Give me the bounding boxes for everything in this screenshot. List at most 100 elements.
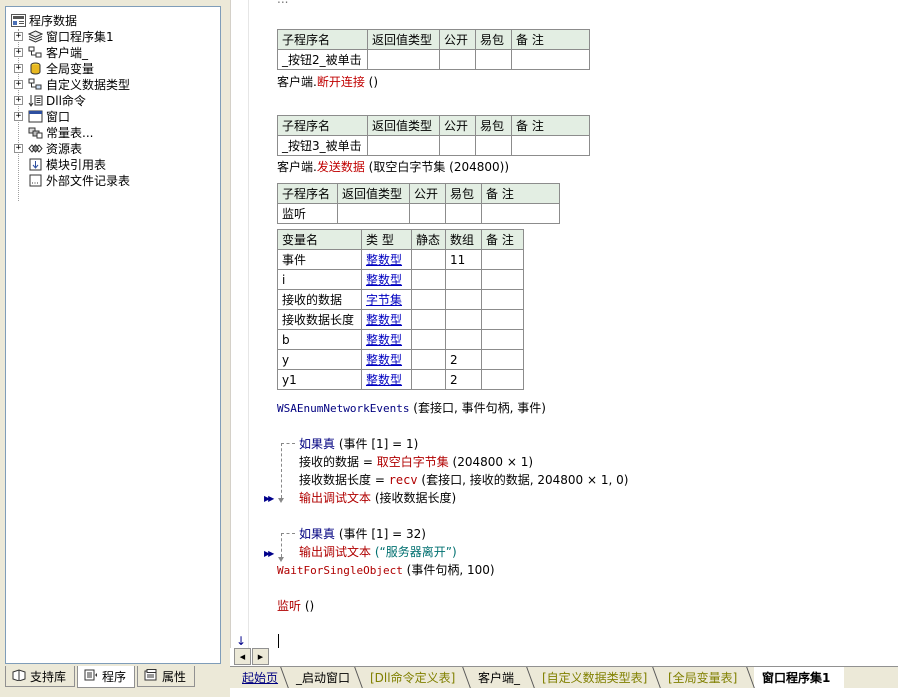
- project-tree[interactable]: 程序数据 + 窗口程序集1 + 客户端_ + 全局变量 + 自定义数据类型 + …: [5, 6, 221, 664]
- code-editor[interactable]: ... 子程序名 返回值类型 公开 易包 备 注 _按钮2_被单击 客户端.断开…: [230, 0, 898, 648]
- var-static-cell[interactable]: [411, 309, 446, 330]
- tree-item-custom-types[interactable]: + 自定义数据类型: [14, 76, 130, 92]
- variable-row[interactable]: 事件 整数型 11: [277, 249, 524, 270]
- var-array-cell[interactable]: [445, 269, 482, 290]
- variable-row[interactable]: 接收数据长度 整数型: [277, 309, 524, 330]
- code-line[interactable]: 接收数据长度 = recv (套接口, 接收的数据, 204800 × 1, 0…: [299, 473, 628, 487]
- code-line[interactable]: 如果真 (事件 [1] = 32): [299, 527, 426, 541]
- var-type-cell[interactable]: 整数型: [361, 329, 412, 350]
- tree-item-resources[interactable]: + 资源表: [14, 140, 82, 156]
- proc-easy-cell[interactable]: [475, 49, 512, 70]
- expand-plus-icon[interactable]: +: [14, 143, 23, 153]
- variable-table[interactable]: 变量名 类 型 静态 数组 备 注 事件 整数型 11 i 整数型 接收的数据 字节集 …: [277, 229, 524, 390]
- tab-program-set[interactable]: 窗口程序集1: [754, 667, 844, 688]
- var-array-cell[interactable]: 11: [445, 249, 482, 270]
- breakpoint-marker-icon[interactable]: ▶▶: [264, 549, 274, 558]
- var-static-cell[interactable]: [411, 249, 446, 270]
- var-name-cell[interactable]: i: [277, 269, 362, 290]
- tree-item-program-set[interactable]: + 窗口程序集1: [14, 28, 114, 44]
- tab-support-library[interactable]: 支持库: [5, 666, 75, 687]
- expand-plus-icon[interactable]: +: [14, 111, 23, 121]
- var-name-cell[interactable]: y: [277, 349, 362, 370]
- tree-item-constants[interactable]: 常量表...: [27, 124, 93, 140]
- var-static-cell[interactable]: [411, 349, 446, 370]
- proc-note-cell[interactable]: [481, 203, 560, 224]
- tab-client[interactable]: 客户端_: [470, 667, 532, 688]
- expand-plus-icon[interactable]: +: [14, 63, 23, 73]
- tab-program[interactable]: 程序: [77, 666, 135, 688]
- proc-easy-cell[interactable]: [445, 203, 482, 224]
- tree-item-dll-commands[interactable]: + Dll命令: [14, 92, 86, 108]
- code-line[interactable]: 监听 (): [277, 599, 314, 613]
- tree-item-client[interactable]: + 客户端_: [14, 44, 88, 60]
- code-line[interactable]: 如果真 (事件 [1] = 1): [299, 437, 418, 451]
- var-note-cell[interactable]: [481, 349, 524, 370]
- proc-table[interactable]: 子程序名 返回值类型 公开 易包 备 注 监听: [277, 183, 560, 224]
- proc-public-cell[interactable]: [439, 49, 476, 70]
- code-line[interactable]: 客户端.断开连接 (): [277, 75, 378, 89]
- var-note-cell[interactable]: [481, 329, 524, 350]
- var-note-cell[interactable]: [481, 289, 524, 310]
- tab-global-vars[interactable]: [全局变量表]: [660, 667, 752, 688]
- expand-plus-icon[interactable]: +: [14, 47, 23, 57]
- var-name-cell[interactable]: y1: [277, 369, 362, 390]
- var-type-cell[interactable]: 整数型: [361, 369, 412, 390]
- var-array-cell[interactable]: [445, 329, 482, 350]
- var-name-cell[interactable]: 事件: [277, 249, 362, 270]
- code-line[interactable]: 输出调试文本 (接收数据长度): [299, 491, 456, 505]
- var-note-cell[interactable]: [481, 249, 524, 270]
- var-name-cell[interactable]: 接收的数据: [277, 289, 362, 310]
- proc-name-cell[interactable]: 监听: [277, 203, 338, 224]
- proc-table[interactable]: 子程序名 返回值类型 公开 易包 备 注 _按钮2_被单击: [277, 29, 590, 70]
- var-static-cell[interactable]: [411, 329, 446, 350]
- expand-plus-icon[interactable]: +: [14, 95, 23, 105]
- proc-public-cell[interactable]: [439, 135, 476, 156]
- proc-note-cell[interactable]: [511, 49, 590, 70]
- proc-note-cell[interactable]: [511, 135, 590, 156]
- scroll-right-icon[interactable]: ▶: [252, 648, 269, 665]
- var-name-cell[interactable]: b: [277, 329, 362, 350]
- expand-plus-icon[interactable]: +: [14, 79, 23, 89]
- var-note-cell[interactable]: [481, 369, 524, 390]
- var-type-cell[interactable]: 整数型: [361, 249, 412, 270]
- proc-easy-cell[interactable]: [475, 135, 512, 156]
- var-type-cell[interactable]: 字节集: [361, 289, 412, 310]
- var-type-cell[interactable]: 整数型: [361, 349, 412, 370]
- proc-name-cell[interactable]: _按钮2_被单击: [277, 49, 368, 70]
- proc-name-cell[interactable]: _按钮3_被单击: [277, 135, 368, 156]
- proc-return-cell[interactable]: [367, 49, 440, 70]
- breakpoint-marker-icon[interactable]: ▶▶: [264, 494, 274, 503]
- var-note-cell[interactable]: [481, 269, 524, 290]
- tree-root[interactable]: 程序数据: [10, 12, 77, 28]
- var-name-cell[interactable]: 接收数据长度: [277, 309, 362, 330]
- proc-return-cell[interactable]: [337, 203, 410, 224]
- scroll-left-icon[interactable]: ◀: [234, 648, 251, 665]
- tab-startup-window[interactable]: _启动窗口: [288, 667, 360, 688]
- code-line[interactable]: WaitForSingleObject (事件句柄, 100): [277, 563, 495, 578]
- code-line[interactable]: WSAEnumNetworkEvents (套接口, 事件句柄, 事件): [277, 401, 546, 416]
- var-array-cell[interactable]: 2: [445, 369, 482, 390]
- tree-item-global-vars[interactable]: + 全局变量: [14, 60, 94, 76]
- tab-start-page[interactable]: 起始页: [234, 667, 286, 688]
- proc-return-cell[interactable]: [367, 135, 440, 156]
- tree-item-module-refs[interactable]: 模块引用表: [27, 156, 106, 172]
- var-static-cell[interactable]: [411, 369, 446, 390]
- proc-public-cell[interactable]: [409, 203, 446, 224]
- variable-row[interactable]: b 整数型: [277, 329, 524, 350]
- tab-properties[interactable]: 属性: [137, 666, 195, 687]
- tab-custom-types[interactable]: [自定义数据类型表]: [534, 667, 658, 688]
- var-type-cell[interactable]: 整数型: [361, 309, 412, 330]
- code-line[interactable]: 接收的数据 = 取空白字节集 (204800 × 1): [299, 455, 533, 469]
- expand-plus-icon[interactable]: +: [14, 31, 23, 41]
- var-array-cell[interactable]: 2: [445, 349, 482, 370]
- var-static-cell[interactable]: [411, 269, 446, 290]
- tree-item-external-files[interactable]: 外部文件记录表: [27, 172, 130, 188]
- variable-row[interactable]: 接收的数据 字节集: [277, 289, 524, 310]
- var-array-cell[interactable]: [445, 289, 482, 310]
- var-static-cell[interactable]: [411, 289, 446, 310]
- code-line[interactable]: 输出调试文本 (“服务器离开”): [299, 545, 457, 559]
- tree-item-windows[interactable]: + 窗口: [14, 108, 70, 124]
- var-array-cell[interactable]: [445, 309, 482, 330]
- var-note-cell[interactable]: [481, 309, 524, 330]
- variable-row[interactable]: y1 整数型 2: [277, 369, 524, 390]
